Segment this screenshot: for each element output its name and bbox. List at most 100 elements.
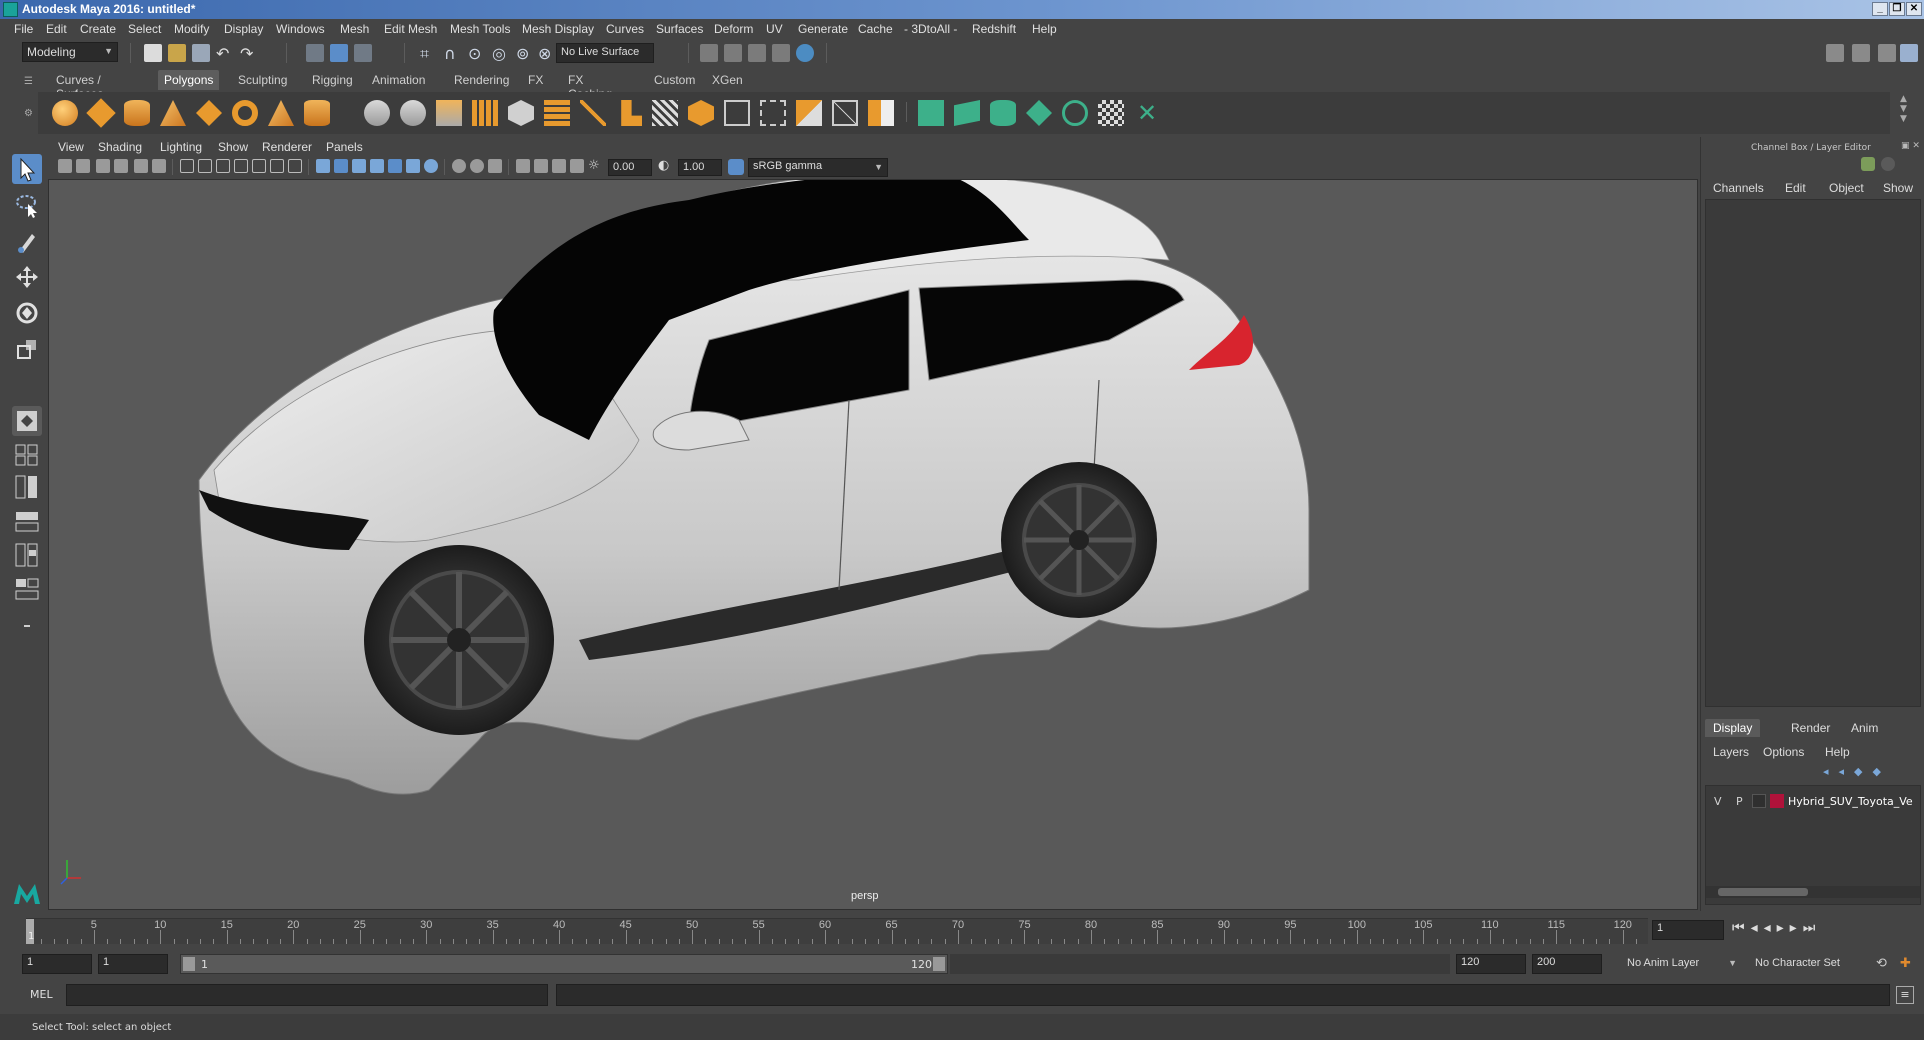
auto-key-icon[interactable]: ⟲ xyxy=(1876,956,1892,972)
undo-icon[interactable]: ↶ xyxy=(216,44,234,63)
layer-action-icons[interactable]: ◂◂◆◆ xyxy=(1823,765,1891,778)
textured-icon[interactable] xyxy=(370,159,384,173)
resolution-gate-icon[interactable] xyxy=(216,159,230,173)
poly-cube-icon[interactable] xyxy=(86,98,116,128)
exposure-field[interactable]: 0.00 xyxy=(608,159,652,176)
modeling-toolkit-icon[interactable] xyxy=(1826,44,1844,62)
command-input[interactable] xyxy=(66,984,548,1006)
range-end-handle[interactable] xyxy=(933,957,945,971)
extrude-icon[interactable] xyxy=(621,100,642,126)
film-gate-icon[interactable] xyxy=(198,159,212,173)
toolbox-expand-icon[interactable] xyxy=(12,614,42,638)
anti-aliasing-icon[interactable] xyxy=(470,159,484,173)
poly-pyramid-icon[interactable] xyxy=(268,100,294,126)
snap-point-icon[interactable]: ⊙ xyxy=(468,44,486,63)
animation-start-field[interactable]: 1 xyxy=(22,954,92,974)
select-tool-icon[interactable] xyxy=(12,154,42,184)
tool-settings-icon[interactable] xyxy=(1878,44,1896,62)
shelf-settings-gear-icon[interactable]: ⚙ xyxy=(24,108,36,120)
poly-cylinder-icon[interactable] xyxy=(124,100,150,126)
side-by-side-layout-icon[interactable] xyxy=(12,472,42,502)
camera-attributes-icon[interactable] xyxy=(76,159,90,173)
grid-toggle-icon[interactable] xyxy=(180,159,194,173)
graph-editor-layout-icon[interactable] xyxy=(12,540,42,570)
smooth-icon[interactable] xyxy=(472,100,498,126)
move-tool-icon[interactable] xyxy=(12,262,42,292)
tab-custom[interactable]: Custom xyxy=(648,70,701,90)
checker-map-icon[interactable] xyxy=(1098,100,1124,126)
offset-edge-loop-icon[interactable] xyxy=(760,100,786,126)
four-view-layout-icon[interactable] xyxy=(12,442,42,468)
poly-pipe-icon[interactable] xyxy=(304,100,330,126)
layer-tab-anim[interactable]: Anim xyxy=(1851,721,1878,735)
automatic-mapping-icon[interactable] xyxy=(1026,100,1052,126)
attribute-editor-icon[interactable] xyxy=(1852,44,1870,62)
menu-select[interactable]: Select xyxy=(128,22,161,36)
rotate-tool-icon[interactable] xyxy=(12,298,42,328)
single-perspective-layout-icon[interactable] xyxy=(12,406,42,436)
channel-box-toggle-icon[interactable] xyxy=(1861,157,1875,171)
fill-hole-icon[interactable] xyxy=(796,100,822,126)
menu-help[interactable]: Help xyxy=(1032,22,1057,36)
animation-end-field[interactable]: 200 xyxy=(1532,954,1602,974)
layer-list-scrollbar[interactable] xyxy=(1706,886,1920,898)
help-menu[interactable]: Help xyxy=(1825,745,1850,759)
tab-rigging[interactable]: Rigging xyxy=(306,70,359,90)
combine-icon[interactable] xyxy=(364,100,390,126)
tab-fx[interactable]: FX xyxy=(522,70,549,90)
image-plane-icon[interactable] xyxy=(114,159,128,173)
menu-windows[interactable]: Windows xyxy=(276,22,325,36)
wireframe-icon[interactable] xyxy=(316,159,330,173)
open-scene-icon[interactable] xyxy=(168,44,186,62)
insert-edge-loop-icon[interactable] xyxy=(724,100,750,126)
poly-torus-icon[interactable] xyxy=(232,100,258,126)
poly-sphere-icon[interactable] xyxy=(52,100,78,126)
show-menu[interactable]: Show xyxy=(1883,181,1913,195)
menu-create[interactable]: Create xyxy=(80,22,116,36)
save-scene-icon[interactable] xyxy=(192,44,210,62)
animation-preferences-icon[interactable]: ✚ xyxy=(1900,956,1916,972)
planar-mapping-icon[interactable] xyxy=(954,100,980,126)
poly-plane-icon[interactable] xyxy=(196,100,222,126)
close-button[interactable]: ✕ xyxy=(1906,2,1922,16)
panel-menu-show[interactable]: Show xyxy=(218,140,248,154)
isolate-select-icon[interactable] xyxy=(516,159,530,173)
merge-icon[interactable] xyxy=(832,100,858,126)
layer-tab-render[interactable]: Render xyxy=(1791,721,1830,735)
menu-mesh-display[interactable]: Mesh Display xyxy=(522,22,594,36)
unfold-uv-icon[interactable] xyxy=(1062,100,1088,126)
append-polygon-icon[interactable] xyxy=(688,100,714,126)
restore-button[interactable]: ❐ xyxy=(1889,2,1905,16)
select-components-icon[interactable] xyxy=(354,44,372,62)
2d-pan-zoom-icon[interactable] xyxy=(134,159,148,173)
live-surface-field[interactable]: No Live Surface xyxy=(556,43,654,63)
hypershade-icon[interactable] xyxy=(796,44,814,62)
panel-menu-panels[interactable]: Panels xyxy=(326,140,363,154)
anim-layer-dropdown[interactable]: No Anim Layer ▼ xyxy=(1622,954,1742,974)
ipr-render-icon[interactable] xyxy=(748,44,766,62)
scrollbar-thumb[interactable] xyxy=(1718,888,1808,896)
scale-tool-icon[interactable] xyxy=(12,334,42,364)
layer-name[interactable]: Hybrid_SUV_Toyota_Ve xyxy=(1788,795,1913,808)
paint-select-tool-icon[interactable] xyxy=(12,226,42,256)
snap-surface-icon[interactable]: ⊚ xyxy=(516,44,534,63)
mirror-icon[interactable] xyxy=(508,100,534,126)
wireframe-on-shaded-icon[interactable] xyxy=(352,159,366,173)
tab-polygons[interactable]: Polygons xyxy=(158,70,220,90)
depth-of-field-icon[interactable] xyxy=(488,159,502,173)
menu-redshift[interactable]: Redshift xyxy=(972,22,1016,36)
menu-modify[interactable]: Modify xyxy=(174,22,209,36)
time-slider-track[interactable]: 5 10 15 20 25 30 35 40 45 50 55 60 65 70 75 80 85 90 95 100… xyxy=(26,918,1648,944)
xray-joints-icon[interactable] xyxy=(552,159,566,173)
channel-box-toggle-icon[interactable] xyxy=(1900,44,1918,62)
menu-3dtoall[interactable]: - 3DtoAll - xyxy=(904,22,957,36)
shelf-scroll-arrows[interactable]: ▲ ▼ ▼ xyxy=(1900,94,1907,124)
gamma-field[interactable]: 1.00 xyxy=(678,159,722,176)
menu-mesh[interactable]: Mesh xyxy=(340,22,369,36)
layer-color-swatch[interactable] xyxy=(1770,794,1784,808)
cylindrical-mapping-icon[interactable] xyxy=(990,100,1016,126)
make-live-icon[interactable]: ⊗ xyxy=(538,44,556,63)
tab-curves-surfaces[interactable]: Curves / Surfaces xyxy=(50,70,109,101)
xray-components-icon[interactable] xyxy=(570,159,584,173)
tab-rendering[interactable]: Rendering xyxy=(448,70,515,90)
